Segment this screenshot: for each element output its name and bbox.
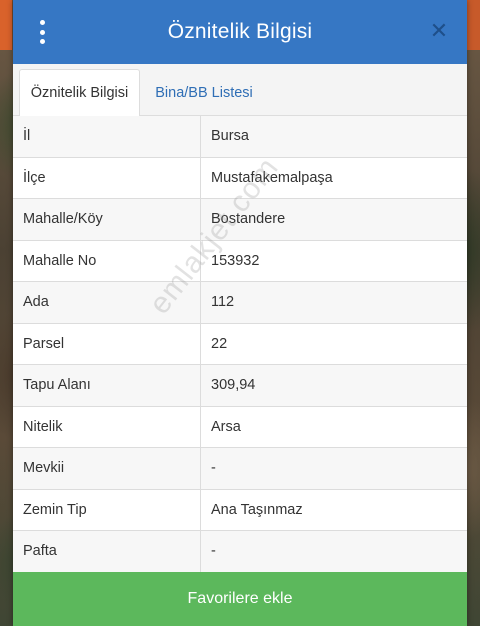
more-vertical-icon[interactable] — [36, 20, 48, 44]
attribute-key: İlçe — [13, 157, 201, 198]
attribute-value: 309,94 — [211, 377, 256, 394]
attribute-value: 22 — [211, 335, 228, 352]
table-row: İlçe Mustafakemalpaşa — [13, 157, 467, 199]
tab-attribute-info[interactable]: Öznitelik Bilgisi — [19, 69, 140, 117]
attribute-value: Bursa — [211, 128, 249, 145]
attribute-value: - — [211, 460, 216, 477]
tab-building-list[interactable]: Bina/BB Listesi — [146, 69, 262, 117]
attribute-key: İl — [13, 116, 201, 157]
background-accent-left — [0, 0, 12, 50]
attribute-key: Ada — [13, 282, 201, 323]
close-icon[interactable]: ✕ — [429, 20, 449, 42]
attribute-value: - — [211, 543, 216, 560]
table-row: Mevkii - — [13, 448, 467, 490]
table-row: Parsel 22 — [13, 323, 467, 365]
table-row: Mahalle/Köy Bostandere — [13, 199, 467, 241]
table-row: İl Bursa — [13, 116, 467, 158]
table-row: Pafta - — [13, 531, 467, 573]
tab-bar: Öznitelik Bilgisi Bina/BB Listesi — [13, 64, 467, 117]
attribute-key: Parsel — [13, 323, 201, 364]
attribute-value: Ana Taşınmaz — [211, 501, 303, 518]
table-row: Mahalle No 153932 — [13, 240, 467, 282]
attribute-key: Mahalle No — [13, 240, 201, 281]
dialog-title: Öznitelik Bilgisi — [167, 20, 313, 43]
attribute-key: Mevkii — [13, 448, 201, 489]
table-row: Nitelik Arsa — [13, 406, 467, 448]
attribute-info-dialog: Öznitelik Bilgisi ✕ Öznitelik Bilgisi Bi… — [13, 0, 467, 626]
dialog-header: Öznitelik Bilgisi ✕ — [13, 0, 467, 64]
attribute-value: Arsa — [211, 418, 241, 435]
attribute-key: Mahalle/Köy — [13, 199, 201, 240]
table-row: Zemin Tip Ana Taşınmaz — [13, 489, 467, 531]
attribute-value: Mustafakemalpaşa — [211, 169, 333, 186]
attribute-value: 112 — [211, 294, 235, 311]
attribute-key: Zemin Tip — [13, 489, 201, 530]
attribute-key: Tapu Alanı — [13, 365, 201, 406]
attribute-key: Pafta — [13, 531, 201, 572]
add-to-favorites-button[interactable]: Favorilere ekle — [13, 572, 467, 626]
attribute-value: 153932 — [211, 252, 260, 269]
table-row: Tapu Alanı 309,94 — [13, 365, 467, 407]
attribute-key: Nitelik — [13, 406, 201, 447]
attribute-value: Bostandere — [211, 211, 286, 228]
table-row: Ada 112 — [13, 282, 467, 324]
attribute-table: İl Bursa İlçe Mustafakemalpaşa Mahalle/Köy Bo… — [13, 116, 467, 573]
